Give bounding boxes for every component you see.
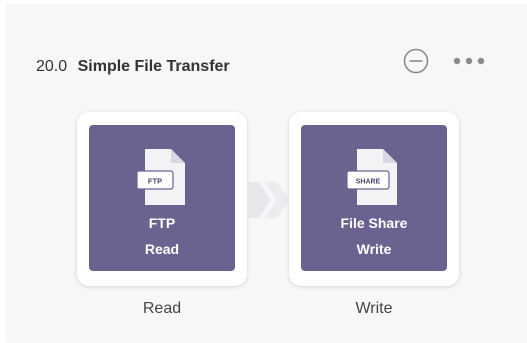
flow-name: Simple File Transfer [77, 58, 230, 75]
step-caption-write: Write [355, 300, 393, 317]
collapse-button[interactable] [403, 48, 429, 74]
flow-title: 20.0 Simple File Transfer [36, 58, 230, 76]
step-tile-ftp-read[interactable]: FTP FTP Read [89, 125, 235, 271]
step-label-line2: Write [356, 241, 392, 257]
step-tile-file-share-write[interactable]: SHARE File Share Write [301, 125, 447, 271]
file-icon: FTP [136, 149, 185, 205]
file-icon: SHARE [347, 149, 397, 205]
chevron-right-icon [247, 182, 289, 218]
flow-panel: 20.0 Simple File Transfer FTP FTP Read S… [6, 4, 527, 343]
more-options-button[interactable] [450, 50, 488, 72]
step-caption-read: Read [142, 300, 182, 317]
ellipsis-icon [453, 57, 485, 65]
flow-number: 20.0 [36, 58, 68, 75]
file-type-label: FTP [148, 177, 162, 186]
step-card-ftp-read: FTP FTP Read [77, 112, 247, 286]
step-label-line1: FTP [148, 215, 176, 231]
step-label-line1: File Share [340, 215, 408, 231]
step-label-line2: Read [144, 241, 180, 257]
step-card-file-share-write: SHARE File Share Write [289, 112, 459, 286]
minus-circle-icon [403, 48, 429, 74]
file-type-label: SHARE [356, 179, 381, 186]
